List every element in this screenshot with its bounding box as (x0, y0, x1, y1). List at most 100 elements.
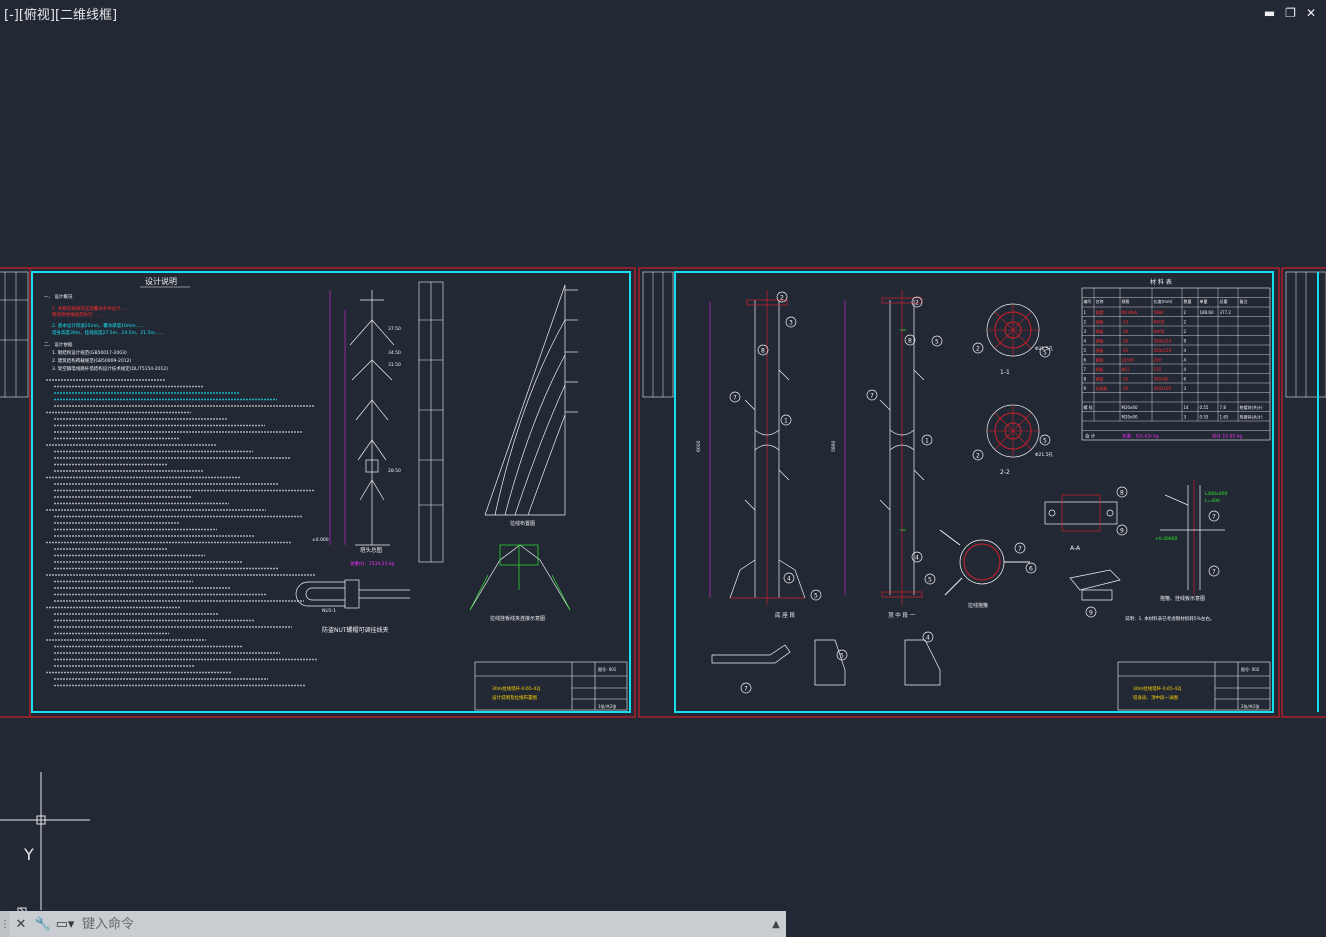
part-balloon-number: 5 (1043, 438, 1047, 445)
diagram-caption: 拉线布置图 (510, 520, 535, 527)
table-header: 备注 (1240, 298, 1248, 304)
table-cell: 360x60 (1154, 377, 1170, 382)
part-balloon-number: 5 (935, 339, 939, 346)
table-cell: M20x60 (1122, 405, 1138, 410)
table-cell: 3 (1184, 415, 1187, 420)
guy-line-diagram (484, 284, 578, 516)
table-cell: 7 (1084, 367, 1087, 372)
table-total-label: 合 计 (1085, 433, 1096, 440)
part-balloon-number: 5 (814, 593, 818, 600)
part-balloon-number: 9 (1089, 610, 1093, 617)
table-cell: 钢板 (1096, 357, 1104, 363)
table-cell: 3 (1084, 329, 1087, 334)
table-total-value: 总重：5(5.43) kg (1122, 433, 1159, 440)
table-cell: 5 (1084, 348, 1087, 353)
table-cell: 150 (1154, 367, 1162, 372)
part-balloon-number: 3 (789, 320, 793, 327)
table-cell: 2 (1184, 310, 1187, 315)
table-cell: 300x250 (1154, 339, 1172, 344)
svg-text:31.50: 31.50 (388, 362, 401, 368)
part-balloon-number: 5 (840, 653, 844, 660)
tower-caption: 塔头总图 (360, 546, 383, 554)
svg-text:30m拉线塔杆-0.65-42J: 30m拉线塔杆-0.65-42J (492, 685, 540, 692)
dimension-column (418, 281, 444, 563)
table-cell: 0.55 (1200, 415, 1209, 420)
table-cell: -10 (1122, 377, 1129, 382)
table-cell: 1.65 (1220, 415, 1229, 420)
svg-text:一、 设计概况: 一、 设计概况 (44, 293, 73, 300)
part-balloon-number: 1 (925, 438, 929, 445)
ucs-y-label: Y (23, 845, 34, 864)
tower-weight: 总重(t)：1534.23 kg (350, 560, 394, 567)
caption-hang: 抱箍、挂线板示意图 (1160, 595, 1205, 602)
table-cell: 9 (1084, 386, 1087, 391)
svg-text:Φ21.5孔: Φ21.5孔 (1035, 451, 1054, 458)
svg-text:1张/共2张: 1张/共2张 (598, 703, 616, 709)
caption-base: 底 座 段 (775, 611, 795, 619)
plate-details (711, 569, 1121, 686)
table-cell: 6 (1084, 358, 1087, 363)
part-balloons: 2387145257814525258997775467 (729, 291, 1220, 694)
table-cell: Φ219x6 (1122, 310, 1138, 315)
table-cell: 4 (1184, 367, 1187, 372)
svg-text:3. 架空输电线路杆塔结构设计技术规定(DL/T5154-2: 3. 架空输电线路杆塔结构设计技术规定(DL/T5154-2012) (52, 365, 168, 372)
grip-handle[interactable]: ⋮ (0, 911, 10, 937)
tower-elevation-labels: 37.50 34.50 31.50 28.50 ±0.000 (312, 326, 401, 543)
table-cell: 钢板 (1096, 338, 1104, 344)
section-2-label: 2-2 (1000, 469, 1010, 476)
table-title: 材 料 表 (1150, 278, 1172, 286)
table-header: 数量 (1184, 298, 1192, 304)
table-cell: 钢板 (1096, 366, 1104, 372)
nut-caption: 防盗NUT螺帽可调挂线夹 (322, 626, 389, 634)
part-balloon-number: 7 (1212, 514, 1216, 521)
tower-elevation (329, 290, 395, 546)
part-balloon-number: 5 (1043, 350, 1047, 357)
command-prompt-icon[interactable]: ▭▾ (54, 911, 76, 937)
svg-text:5890: 5890 (831, 440, 837, 452)
svg-text:28.50: 28.50 (388, 468, 401, 474)
svg-text:1. 钢结构设计规范(GB50017-2003): 1. 钢结构设计规范(GB50017-2003) (52, 349, 127, 356)
table-cell: -14 (1122, 320, 1129, 325)
table-cell: 钢管 (1096, 309, 1104, 315)
part-balloon-number: 9 (1120, 528, 1124, 535)
table-cell: 2 (1184, 320, 1187, 325)
section-a-a (1044, 494, 1118, 532)
section-1-label: 1-1 (1000, 369, 1010, 376)
command-input[interactable] (76, 913, 766, 935)
table-header: 名称 (1096, 298, 1104, 304)
svg-text:2. 基本设计风速25m/s，覆冰厚度10mm……: 2. 基本设计风速25m/s，覆冰厚度10mm…… (52, 322, 145, 329)
table-cell: 4 (1084, 339, 1087, 344)
part-balloon-number: 2 (780, 295, 784, 302)
wrench-icon[interactable]: 🔧 (32, 911, 54, 937)
table-cell: 1 (1084, 310, 1087, 315)
part-balloon-number: 5 (928, 577, 932, 584)
table-cell: 螺 栓 (1084, 404, 1093, 410)
table-cell: -25 (1122, 348, 1129, 353)
sheet1-notes: 一、 设计概况 1. 本铁塔按照风压及覆冰条件设计…… 铁塔接地按规范执行…… … (44, 293, 168, 372)
table-cell: 6 (1184, 377, 1187, 382)
part-balloon-number: 7 (1212, 569, 1216, 576)
svg-text:图号- 001: 图号- 001 (598, 666, 617, 672)
material-table: 编号 名称 规格 长度(mm) 数量 单重 总重 备注1 钢管 Φ219x6 5984 2 188.60… (1081, 287, 1271, 441)
table-header: 长度(mm) (1154, 298, 1173, 304)
flange-section-1 (986, 303, 1040, 357)
table-cell: 8 (1084, 377, 1087, 382)
table-cell: 0.55 (1200, 405, 1209, 410)
table-cell: 4 (1184, 348, 1187, 353)
table-cell: 挂线板 (1096, 385, 1108, 391)
table-cell: 2 (1084, 320, 1087, 325)
sheet1-title: 设计说明 (145, 276, 177, 286)
svg-text:L=400: L=400 (1205, 498, 1220, 504)
svg-text:2. 建筑结构荷载规范(GB50009-2012): 2. 建筑结构荷载规范(GB50009-2012) (52, 357, 131, 364)
part-balloon-number: 1 (784, 418, 788, 425)
table-cell: 钢板 (1096, 328, 1104, 334)
chevron-up-icon[interactable]: ▲ (766, 919, 786, 930)
drawing-canvas[interactable]: 设计说明 一、 设计概况 1. 本铁塔按照风压及覆冰条件设计…… 铁塔接地按规范… (0, 0, 1326, 910)
caption-top: 顶 中 段 一 (888, 611, 916, 619)
close-icon[interactable]: ✕ (10, 911, 32, 937)
table-cell: 250x150 (1154, 348, 1172, 353)
table-header: 规格 (1122, 298, 1130, 304)
sheet-1: 设计说明 一、 设计概况 1. 本铁塔按照风压及覆冰条件设计…… 铁塔接地按规范… (0, 267, 636, 718)
table-cell: 200 (1154, 358, 1162, 363)
part-balloon-number: 7 (744, 686, 748, 693)
